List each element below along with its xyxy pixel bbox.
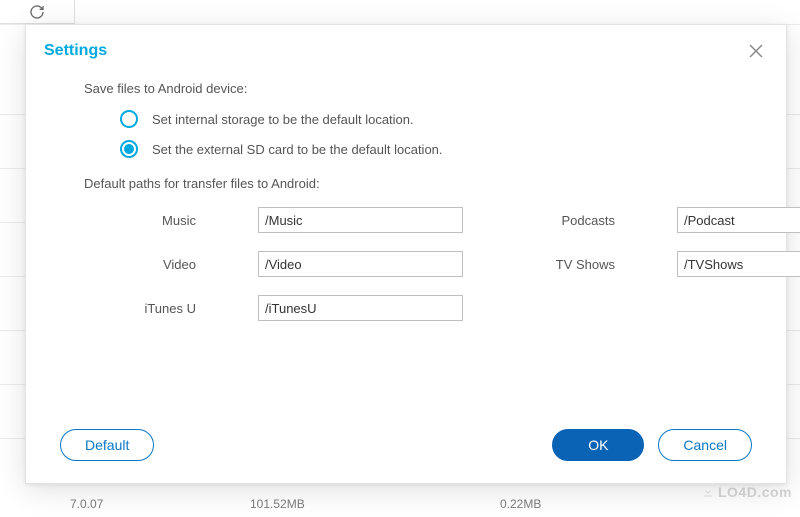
default-paths-label: Default paths for transfer files to Andr…: [84, 176, 746, 191]
radio-label: Set the external SD card to be the defau…: [152, 142, 443, 157]
dialog-footer: Default OK Cancel: [26, 411, 786, 483]
background-cell: 0.22MB: [500, 497, 541, 511]
close-button[interactable]: [744, 39, 768, 63]
itunesu-field[interactable]: [258, 295, 463, 321]
dialog-header: Settings: [26, 25, 786, 73]
ok-button[interactable]: OK: [552, 429, 644, 461]
tvshows-label: TV Shows: [525, 257, 615, 272]
refresh-icon: [29, 4, 45, 20]
radio-option-sdcard[interactable]: Set the external SD card to be the defau…: [120, 140, 746, 158]
paths-grid: Music Podcasts Video TV Shows iTunes U: [96, 207, 746, 321]
video-label: Video: [96, 257, 196, 272]
dialog-title: Settings: [44, 42, 107, 60]
default-button[interactable]: Default: [60, 429, 154, 461]
video-field[interactable]: [258, 251, 463, 277]
cancel-button[interactable]: Cancel: [658, 429, 752, 461]
background-cell: 7.0.07: [70, 497, 103, 511]
radio-label: Set internal storage to be the default l…: [152, 112, 414, 127]
podcasts-label: Podcasts: [525, 213, 615, 228]
save-location-label: Save files to Android device:: [84, 81, 746, 96]
background-cell: 101.52MB: [250, 497, 305, 511]
background-refresh-button[interactable]: [0, 0, 75, 24]
dialog-body: Save files to Android device: Set intern…: [26, 73, 786, 321]
podcasts-field[interactable]: [677, 207, 800, 233]
itunesu-label: iTunes U: [96, 301, 196, 316]
close-icon: [748, 43, 764, 59]
music-field[interactable]: [258, 207, 463, 233]
tvshows-field[interactable]: [677, 251, 800, 277]
download-icon: [702, 483, 714, 501]
radio-option-internal[interactable]: Set internal storage to be the default l…: [120, 110, 746, 128]
music-label: Music: [96, 213, 196, 228]
radio-icon: [120, 110, 138, 128]
radio-icon: [120, 140, 138, 158]
settings-dialog: Settings Save files to Android device: S…: [25, 24, 787, 484]
